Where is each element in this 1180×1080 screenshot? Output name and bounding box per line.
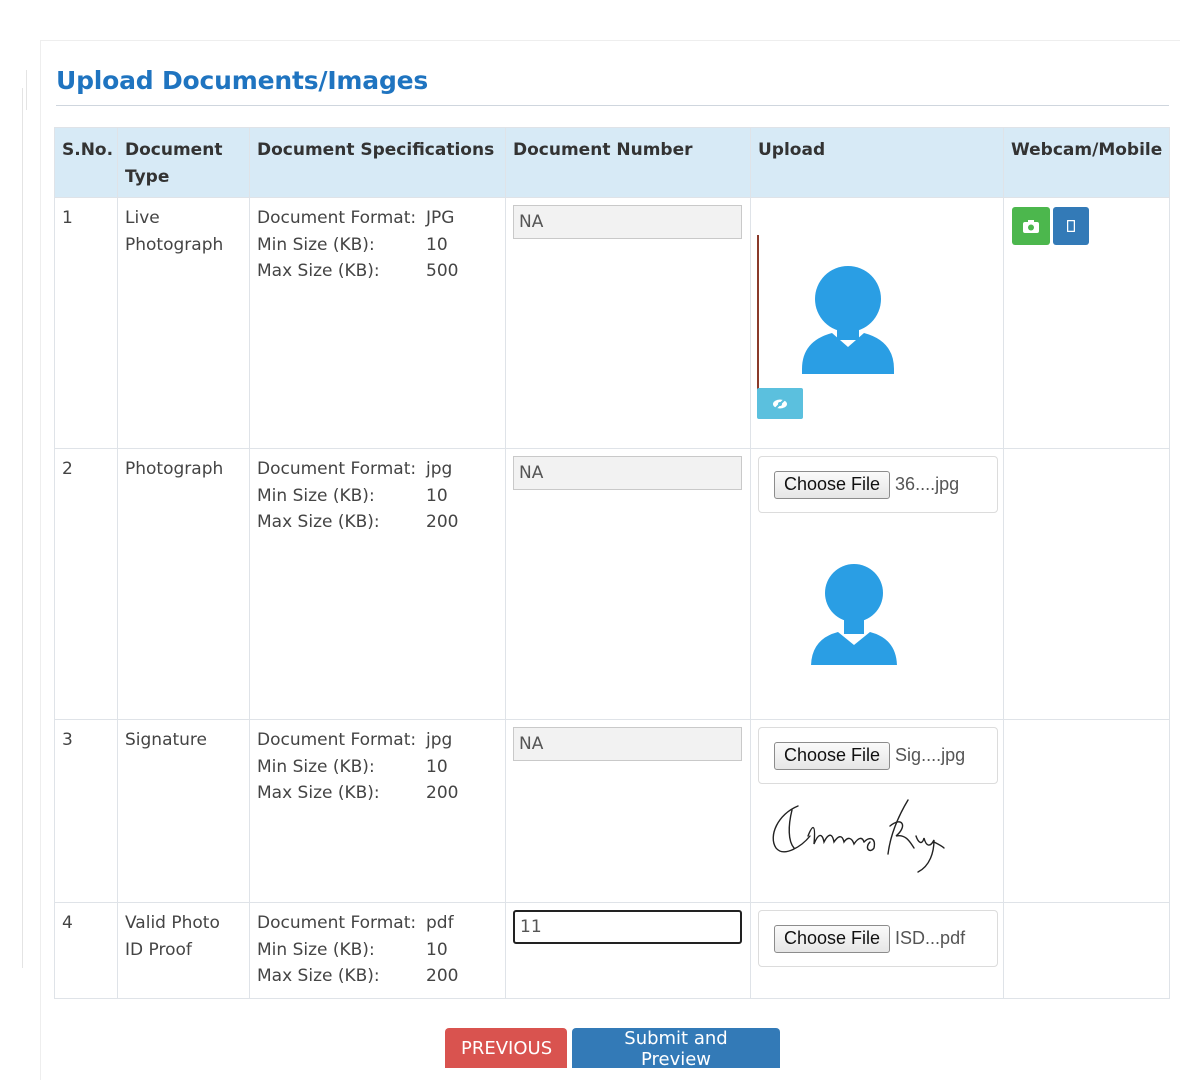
table-row: 2 Photograph Document Format: jpg Min Si…: [54, 448, 1170, 720]
live-photo-preview: [757, 205, 996, 419]
webcam-button[interactable]: [1012, 207, 1050, 245]
file-name: ISD...pdf: [895, 928, 966, 948]
table-header-row: S.No. Document Type Document Specificati…: [54, 127, 1170, 198]
choose-file-button[interactable]: Choose File: [774, 470, 891, 499]
row-sno: 1: [54, 197, 118, 449]
header-document-type: Document Type: [117, 127, 250, 198]
spec-min-label: Min Size (KB):: [257, 939, 375, 960]
row-specifications: Document Format: jpg Min Size (KB): 10 M…: [249, 448, 506, 720]
toggle-preview-button[interactable]: [757, 388, 803, 419]
title-divider: [56, 105, 1169, 106]
spec-max-label: Max Size (KB):: [257, 261, 380, 281]
row-document-type: Signature: [117, 719, 250, 903]
table-row: 4 Valid Photo ID Proof Document Format: …: [54, 902, 1170, 999]
spec-min-label: Min Size (KB):: [257, 756, 375, 777]
spec-min-label: Min Size (KB):: [257, 234, 375, 255]
row-upload: [750, 197, 1004, 449]
choose-file-button[interactable]: Choose File: [774, 741, 891, 770]
document-number-input[interactable]: [513, 727, 742, 761]
row-document-type: Live Photograph: [117, 197, 250, 449]
spec-max-value: 200: [426, 512, 459, 532]
spec-min-label: Min Size (KB):: [257, 485, 375, 506]
row-document-number: [505, 448, 751, 720]
row-document-type: Valid Photo ID Proof: [117, 902, 250, 999]
file-name: Sig....jpg: [895, 745, 966, 765]
mobile-icon: [1067, 220, 1075, 232]
spec-min-value: 10: [426, 485, 448, 506]
row-webcam-mobile: [1003, 448, 1170, 720]
spec-format-label: Document Format:: [257, 208, 417, 228]
spec-max-label: Max Size (KB):: [257, 783, 380, 803]
file-name: 36....jpg: [895, 474, 960, 494]
spec-max-label: Max Size (KB):: [257, 966, 380, 986]
spec-format-label: Document Format:: [257, 459, 417, 479]
row-sno: 4: [54, 902, 118, 999]
row-upload: Choose File Sig....jpg: [750, 719, 1004, 903]
row-document-number: [505, 902, 751, 999]
header-webcam-mobile: Webcam/Mobile: [1003, 127, 1170, 198]
submit-and-preview-button[interactable]: Submit and Preview: [572, 1028, 780, 1070]
previous-button[interactable]: PREVIOUS: [445, 1028, 567, 1068]
left-border-top: [26, 70, 27, 110]
spec-min-value: 10: [426, 939, 448, 960]
row-sno: 2: [54, 448, 118, 720]
avatar-silhouette-icon: [757, 235, 894, 400]
row-webcam-mobile: [1003, 719, 1170, 903]
left-border: [22, 88, 23, 968]
spec-format-label: Document Format:: [257, 730, 417, 750]
row-specifications: Document Format: pdf Min Size (KB): 10 M…: [249, 902, 506, 999]
header-document-specifications: Document Specifications: [249, 127, 506, 198]
document-number-input[interactable]: [513, 910, 742, 944]
file-input[interactable]: Choose File 36....jpg: [758, 456, 998, 513]
row-webcam-mobile: [1003, 902, 1170, 999]
table-row: 1 Live Photograph Document Format: JPG M…: [54, 197, 1170, 449]
row-webcam-mobile: [1003, 197, 1170, 449]
avatar-silhouette-icon: [811, 564, 897, 667]
mobile-button[interactable]: [1053, 207, 1089, 245]
spec-max-value: 200: [426, 783, 459, 803]
document-number-input[interactable]: [513, 456, 742, 490]
signature-image: [772, 799, 945, 873]
spec-format-label: Document Format:: [257, 913, 417, 933]
row-sno: 3: [54, 719, 118, 903]
table-row: 3 Signature Document Format: jpg Min Siz…: [54, 719, 1170, 903]
file-input[interactable]: Choose File Sig....jpg: [758, 727, 998, 784]
spec-format-value: jpg: [426, 730, 453, 750]
spec-format-value: jpg: [426, 459, 453, 479]
row-document-type: Photograph: [117, 448, 250, 720]
documents-table: S.No. Document Type Document Specificati…: [54, 127, 1170, 999]
spec-format-value: pdf: [426, 913, 454, 933]
document-number-input[interactable]: [513, 205, 742, 239]
row-upload: Choose File ISD...pdf: [750, 902, 1004, 999]
camera-icon: [1023, 219, 1039, 233]
header-upload: Upload: [750, 127, 1004, 198]
eye-slash-icon: [773, 397, 787, 410]
choose-file-button[interactable]: Choose File: [774, 924, 891, 953]
spec-min-value: 10: [426, 756, 448, 777]
row-specifications: Document Format: jpg Min Size (KB): 10 M…: [249, 719, 506, 903]
spec-max-value: 500: [426, 261, 459, 281]
spec-max-value: 200: [426, 966, 459, 986]
header-sno: S.No.: [54, 127, 118, 198]
row-specifications: Document Format: JPG Min Size (KB): 10 M…: [249, 197, 506, 449]
file-input[interactable]: Choose File ISD...pdf: [758, 910, 998, 967]
row-document-number: [505, 719, 751, 903]
spec-format-value: JPG: [426, 208, 455, 228]
header-document-number: Document Number: [505, 127, 751, 198]
spec-max-label: Max Size (KB):: [257, 512, 380, 532]
spec-min-value: 10: [426, 234, 448, 255]
row-upload: Choose File 36....jpg: [750, 448, 1004, 720]
row-document-number: [505, 197, 751, 449]
page-title: Upload Documents/Images: [56, 66, 429, 95]
